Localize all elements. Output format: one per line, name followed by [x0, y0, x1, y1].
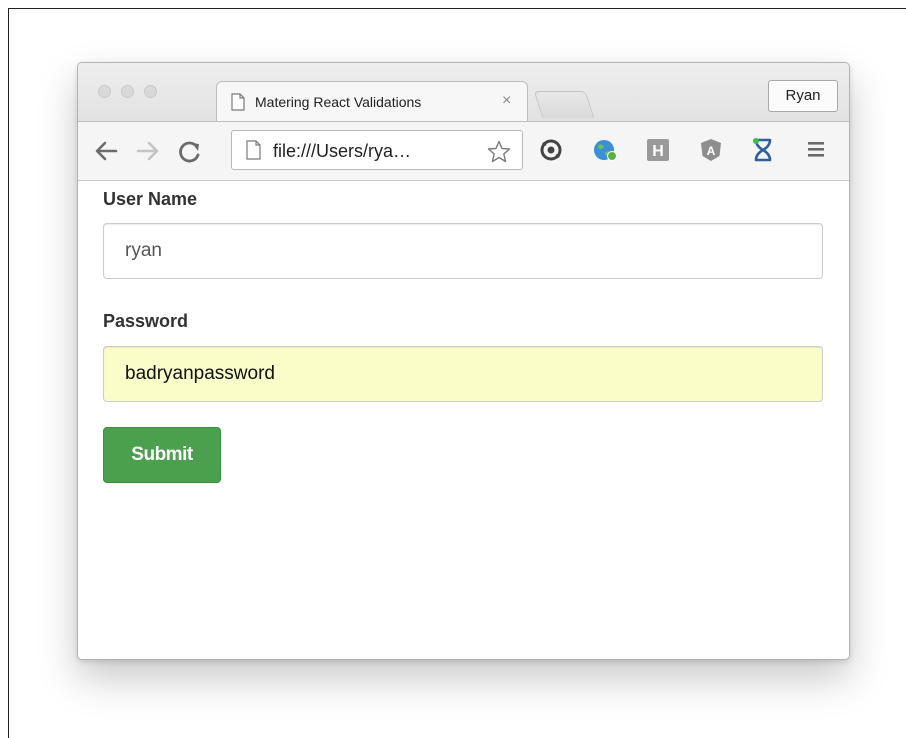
document-icon	[231, 93, 245, 111]
zoom-window-button[interactable]	[144, 85, 157, 98]
username-input[interactable]	[103, 223, 823, 279]
page-content: User Name Password Submit	[78, 181, 849, 659]
browser-toolbar: file:///Users/rya… H A	[78, 121, 849, 181]
active-tab[interactable]: Matering React Validations ×	[216, 81, 528, 121]
menu-icon[interactable]	[806, 140, 826, 158]
back-arrow-icon[interactable]	[94, 140, 118, 162]
angular-extension-icon[interactable]: A	[698, 137, 724, 163]
tab-title: Matering React Validations	[255, 94, 422, 110]
url-text: file:///Users/rya…	[273, 141, 412, 161]
password-input[interactable]	[103, 346, 823, 402]
new-tab-button[interactable]	[533, 91, 595, 118]
svg-text:H: H	[652, 143, 664, 160]
profile-button[interactable]: Ryan	[768, 80, 838, 112]
document-icon	[246, 140, 261, 160]
address-bar[interactable]: file:///Users/rya…	[231, 130, 523, 170]
star-icon[interactable]	[487, 140, 511, 163]
username-label: User Name	[103, 189, 198, 209]
hourglass-extension-icon[interactable]	[750, 137, 776, 163]
submit-button[interactable]: Submit	[103, 427, 221, 483]
title-bar: Matering React Validations × Ryan	[78, 63, 849, 121]
h-extension-icon[interactable]: H	[645, 137, 671, 163]
tab-close-icon[interactable]: ×	[502, 92, 511, 110]
svg-text:A: A	[707, 144, 716, 158]
globe-extension-icon[interactable]	[592, 137, 618, 163]
browser-window: Matering React Validations × Ryan file:/…	[77, 62, 850, 660]
sync-extension-icon[interactable]	[538, 137, 564, 163]
password-label: Password	[103, 311, 189, 331]
minimize-window-button[interactable]	[121, 85, 134, 98]
close-window-button[interactable]	[98, 85, 111, 98]
reload-icon[interactable]	[178, 140, 202, 164]
forward-arrow-icon[interactable]	[136, 140, 160, 162]
